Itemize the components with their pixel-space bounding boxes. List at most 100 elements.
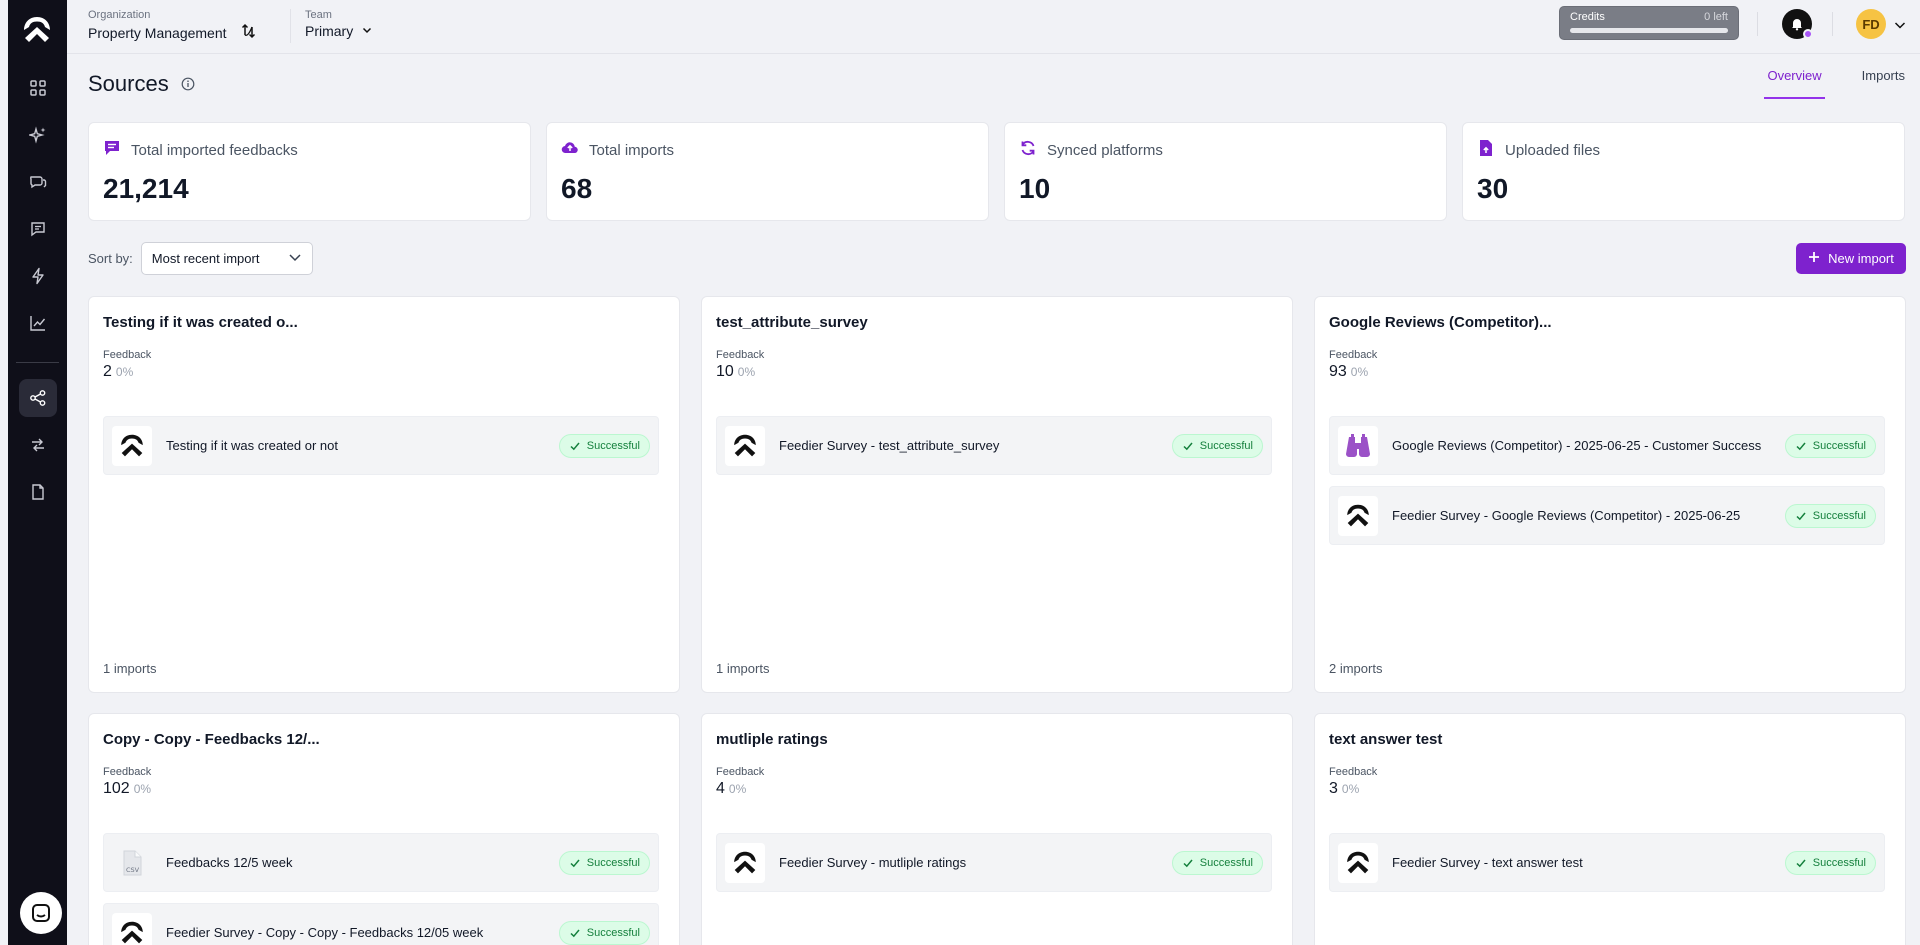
page-title-row: Sources [88, 71, 195, 97]
feedback-percent: 0% [1341, 782, 1360, 796]
organization-switcher[interactable]: Organization Property Management [88, 9, 257, 42]
chevron-down-icon[interactable] [1893, 18, 1907, 36]
source-card[interactable]: Copy - Copy - Feedbacks 12/... Feedback … [88, 713, 680, 945]
chat-support-icon[interactable] [20, 892, 62, 934]
import-row[interactable]: Google Reviews (Competitor) - 2025-06-25… [1329, 416, 1885, 475]
feedback-label: Feedback [103, 766, 152, 778]
feedback-label: Feedback [716, 349, 765, 361]
import-row[interactable]: Feedier Survey - Copy - Copy - Feedbacks… [103, 903, 659, 945]
import-name: Feedier Survey - mutliple ratings [779, 855, 967, 870]
stat-value: 30 [1477, 173, 1509, 204]
status-text: Successful [586, 926, 640, 939]
stat-value: 10 [1019, 173, 1051, 204]
feedier-logo-icon [112, 425, 152, 466]
credits-progress-bar [1570, 28, 1728, 33]
status-text: Successful [1199, 856, 1253, 869]
feedback-count: 102 [103, 780, 130, 797]
chevron-down-icon [288, 251, 302, 266]
feedback-count: 4 [716, 780, 725, 797]
source-card[interactable]: Testing if it was created o... Feedback … [88, 296, 680, 693]
notification-dot [1803, 29, 1813, 39]
sidebar-divider [16, 362, 59, 363]
feedier-logo-icon [725, 425, 765, 466]
check-icon [1795, 857, 1807, 869]
feedback-count: 10 [716, 363, 734, 380]
new-import-button[interactable]: New import [1796, 243, 1906, 274]
sync-icon [1019, 139, 1037, 161]
feedback-percent: 0% [1350, 365, 1369, 379]
import-row[interactable]: CSV Feedbacks 12/5 week Successful [103, 833, 659, 892]
status-badge: Successful [1171, 850, 1263, 875]
sort-select[interactable]: Most recent import [140, 242, 313, 275]
credits-meter[interactable]: Credits 0 left [1559, 6, 1739, 40]
top-header: Organization Property Management Team Pr… [67, 0, 1920, 54]
import-row[interactable]: Testing if it was created or not Success… [103, 416, 659, 475]
page-tabs: Overview Imports [1764, 66, 1908, 99]
feedback-count: 2 [103, 363, 112, 380]
check-icon [1182, 857, 1194, 869]
sparkles-icon[interactable] [19, 116, 57, 154]
file-upload-icon [1477, 139, 1495, 161]
check-icon [1182, 440, 1194, 452]
info-icon[interactable] [181, 71, 195, 97]
source-card-title: mutliple ratings [716, 731, 828, 748]
sort-control: Sort by: Most recent import [88, 242, 313, 275]
feedback-icon[interactable] [19, 210, 57, 248]
plus-icon [1808, 251, 1820, 266]
header-divider [1832, 12, 1833, 36]
check-icon [1795, 440, 1807, 452]
lightning-icon[interactable] [19, 257, 57, 295]
sort-label: Sort by: [88, 251, 133, 266]
imports-count: 1 imports [103, 661, 157, 676]
notification-bell-icon[interactable] [1782, 9, 1813, 39]
avatar[interactable]: FD [1856, 9, 1886, 39]
sort-selected-value: Most recent import [151, 251, 260, 266]
stat-card-uploaded-files: Uploaded files 30 [1462, 122, 1905, 221]
stat-card-total-imports: Total imports 68 [546, 122, 989, 221]
feedier-logo-icon [112, 912, 152, 945]
import-row[interactable]: Feedier Survey - test_attribute_survey S… [716, 416, 1272, 475]
check-icon [569, 440, 581, 452]
team-selector[interactable]: Team Primary [290, 9, 373, 43]
cloud-upload-icon [561, 139, 579, 161]
check-icon [569, 857, 581, 869]
source-card-title: Copy - Copy - Feedbacks 12/... [103, 731, 320, 748]
tab-imports[interactable]: Imports [1859, 66, 1908, 99]
import-row[interactable]: Feedier Survey - mutliple ratings Succes… [716, 833, 1272, 892]
import-name: Feedier Survey - Google Reviews (Competi… [1392, 508, 1741, 523]
csv-file-icon: CSV [112, 842, 152, 883]
status-badge: Successful [558, 433, 650, 458]
import-row[interactable]: Feedier Survey - Google Reviews (Competi… [1329, 486, 1885, 545]
source-card[interactable]: mutliple ratings Feedback 4 0% Feedier Su… [701, 713, 1293, 945]
chevron-down-icon [361, 23, 373, 39]
page-title: Sources [88, 71, 169, 96]
sources-icon[interactable] [19, 379, 57, 417]
status-text: Successful [1812, 856, 1866, 869]
status-badge: Successful [1784, 503, 1876, 528]
tab-overview[interactable]: Overview [1764, 66, 1825, 99]
status-badge: Successful [558, 920, 650, 945]
feedback-percent: 0% [737, 365, 756, 379]
dashboard-icon[interactable] [19, 69, 57, 107]
source-card[interactable]: Google Reviews (Competitor)... Feedback … [1314, 296, 1906, 693]
feedier-logo-icon [725, 842, 765, 883]
source-card-title: Google Reviews (Competitor)... [1329, 314, 1552, 331]
status-badge: Successful [1171, 433, 1263, 458]
feedback-icon [103, 139, 121, 161]
feedback-label: Feedback [716, 766, 765, 778]
status-text: Successful [586, 856, 640, 869]
document-icon[interactable] [19, 473, 57, 511]
source-card[interactable]: test_attribute_survey Feedback 10 0% Feed… [701, 296, 1293, 693]
chart-icon[interactable] [19, 304, 57, 342]
feedback-percent: 0% [728, 782, 747, 796]
import-name: Feedier Survey - Copy - Copy - Feedbacks… [166, 925, 484, 940]
import-row[interactable]: Feedier Survey - text answer test Succes… [1329, 833, 1885, 892]
conversations-icon[interactable] [19, 163, 57, 201]
source-card[interactable]: text answer test Feedback 3 0% Feedier Su… [1314, 713, 1906, 945]
integrations-icon[interactable] [19, 426, 57, 464]
source-card-title: Testing if it was created o... [103, 314, 298, 331]
check-icon [1795, 510, 1807, 522]
app-logo-icon[interactable] [21, 14, 53, 46]
feedier-logo-icon [1338, 495, 1378, 536]
switch-organization-icon[interactable] [241, 23, 257, 42]
